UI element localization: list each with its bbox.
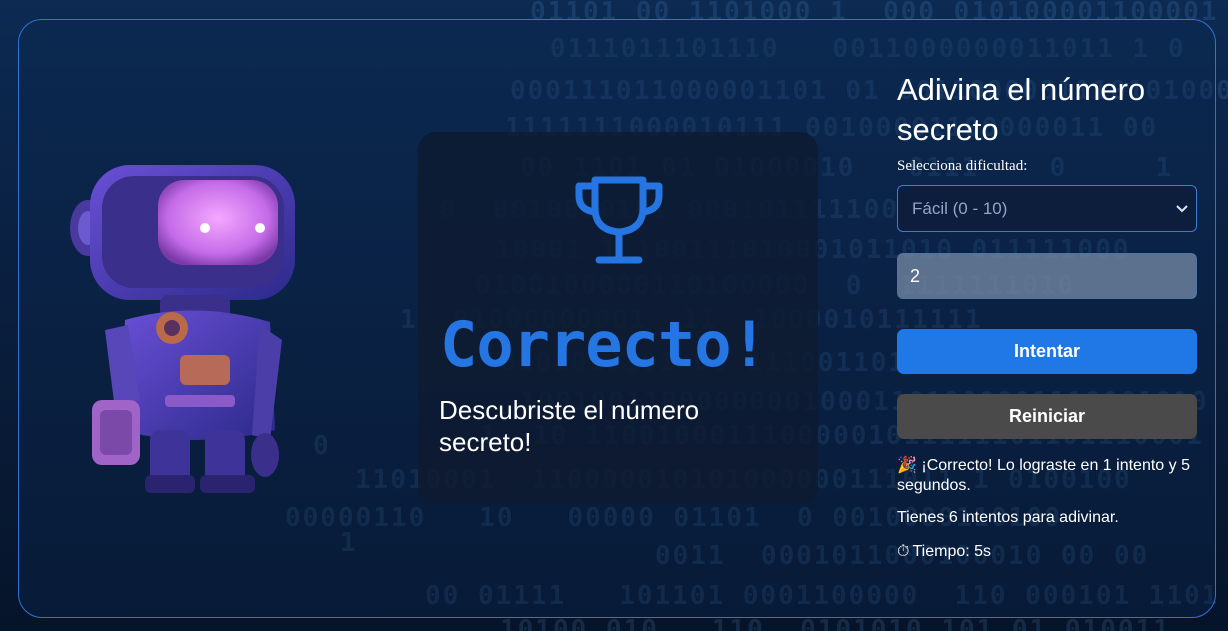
page-title: Adivina el número secreto xyxy=(897,72,1146,147)
difficulty-select[interactable]: Fácil (0 - 10) xyxy=(897,185,1197,232)
trophy-icon xyxy=(575,176,663,264)
success-message: 🎉 ¡Correcto! Lo lograste en 1 intento y … xyxy=(897,456,1197,496)
chevron-down-icon xyxy=(1176,204,1188,212)
control-panel: Adivina el número secreto Selecciona dif… xyxy=(897,70,1197,561)
attempts-message: Tienes 6 intentos para adivinar. xyxy=(897,509,1119,526)
result-heading: Correcto! xyxy=(440,308,768,381)
stopwatch-icon: ⏱ xyxy=(897,543,910,560)
reset-button[interactable]: Reiniciar xyxy=(897,394,1197,439)
timer-text: Tiempo: 5s xyxy=(912,543,992,560)
result-card: Correcto! Descubriste el número secreto! xyxy=(418,132,818,504)
try-button[interactable]: Intentar xyxy=(897,329,1197,374)
timer-message: ⏱ Tiempo: 5s xyxy=(897,543,1197,561)
success-text: ¡Correcto! Lo lograste en 1 intento y 5 … xyxy=(897,457,1190,494)
difficulty-selected-value: Fácil (0 - 10) xyxy=(912,198,1008,218)
difficulty-label: Selecciona dificultad: xyxy=(897,158,1028,174)
robot-illustration xyxy=(70,165,295,493)
result-subtext: Descubriste el número secreto! xyxy=(439,395,700,457)
guess-input[interactable]: 2 xyxy=(897,253,1197,299)
party-icon: 🎉 xyxy=(897,457,917,474)
